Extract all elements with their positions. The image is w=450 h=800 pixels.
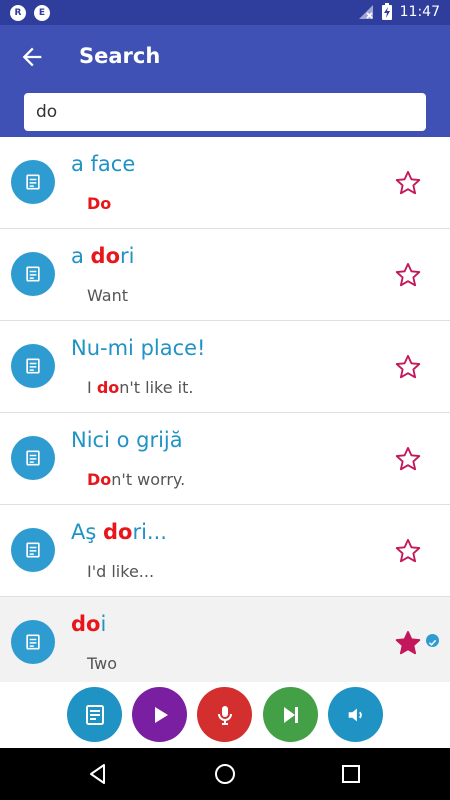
list-item[interactable]: a face Do xyxy=(0,137,450,229)
item-translation: Don't worry. xyxy=(87,470,185,489)
nav-back-icon[interactable] xyxy=(86,762,110,786)
translation-text: Want xyxy=(87,286,129,305)
item-translation: I'd like... xyxy=(87,562,154,581)
phrasebook-icon[interactable] xyxy=(11,620,55,664)
item-title: Aş dori... xyxy=(71,520,167,544)
list-item[interactable]: doi Two xyxy=(0,597,450,689)
title-text: Nici o grijă xyxy=(71,428,183,452)
title-text: i xyxy=(100,612,107,636)
play-icon xyxy=(148,703,172,727)
item-title: doi xyxy=(71,612,106,636)
star-outline-icon[interactable] xyxy=(394,445,422,473)
notification-icon: R xyxy=(10,5,26,21)
item-translation: Two xyxy=(87,654,117,673)
page-title: Search xyxy=(79,44,161,68)
star-outline-icon[interactable] xyxy=(394,537,422,565)
list-item[interactable]: a dori Want xyxy=(0,229,450,321)
battery-charging-icon xyxy=(381,3,392,20)
list-item[interactable]: Nu-mi place! I don't like it. xyxy=(0,321,450,413)
title-text: ri... xyxy=(132,520,167,544)
list-item[interactable]: Aş dori... I'd like... xyxy=(0,505,450,597)
nav-recents-icon[interactable] xyxy=(339,762,363,786)
system-nav-bar xyxy=(0,748,450,800)
search-match: do xyxy=(90,244,121,268)
check-badge-icon xyxy=(426,634,439,647)
volume-button[interactable] xyxy=(328,687,383,742)
phrasebook-icon[interactable] xyxy=(11,436,55,480)
notes-button[interactable] xyxy=(67,687,122,742)
microphone-icon xyxy=(213,703,237,727)
notes-icon xyxy=(83,703,107,727)
search-match: Do xyxy=(87,470,112,489)
app-bar: Search xyxy=(0,25,450,137)
search-match: do xyxy=(96,378,120,397)
translation-text: I xyxy=(87,378,97,397)
search-match: do xyxy=(102,520,133,544)
clock: 11:47 xyxy=(399,3,440,20)
volume-icon xyxy=(345,704,367,726)
star-outline-icon[interactable] xyxy=(394,261,422,289)
next-button[interactable] xyxy=(263,687,318,742)
translation-text: Two xyxy=(87,654,117,673)
item-title: Nici o grijă xyxy=(71,428,183,452)
notification-icon: E xyxy=(34,5,50,21)
search-input[interactable] xyxy=(24,93,426,131)
translation-text: n't worry. xyxy=(111,470,186,489)
item-title: a face xyxy=(71,152,135,176)
star-outline-icon[interactable] xyxy=(394,169,422,197)
translation-text: n't like it. xyxy=(119,378,194,397)
title-text: a xyxy=(71,244,91,268)
item-title: a dori xyxy=(71,244,134,268)
translation-text: I'd like... xyxy=(87,562,155,581)
item-translation: I don't like it. xyxy=(87,378,193,397)
item-translation: Do xyxy=(87,194,111,213)
item-title: Nu-mi place! xyxy=(71,336,205,360)
status-bar: R E 11:47 xyxy=(0,0,450,25)
title-text: a face xyxy=(71,152,136,176)
nav-home-icon[interactable] xyxy=(213,762,237,786)
item-translation: Want xyxy=(87,286,128,305)
results-list: a face Do a dori Want Nu-mi place! I don't li… xyxy=(0,137,450,689)
search-match: Do xyxy=(87,194,112,213)
phrasebook-icon[interactable] xyxy=(11,344,55,388)
skip-next-icon xyxy=(279,703,303,727)
list-item[interactable]: Nici o grijă Don't worry. xyxy=(0,413,450,505)
arrow-left-icon[interactable] xyxy=(18,43,46,71)
star-outline-icon[interactable] xyxy=(394,353,422,381)
star-filled-icon[interactable] xyxy=(394,629,422,657)
title-text: Nu-mi place! xyxy=(71,336,206,360)
action-bar xyxy=(0,682,450,748)
phrasebook-icon[interactable] xyxy=(11,528,55,572)
search-match: do xyxy=(71,612,101,636)
title-text: ri xyxy=(120,244,135,268)
play-button[interactable] xyxy=(132,687,187,742)
no-signal-icon xyxy=(358,4,373,19)
phrasebook-icon[interactable] xyxy=(11,160,55,204)
record-button[interactable] xyxy=(197,687,252,742)
phrasebook-icon[interactable] xyxy=(11,252,55,296)
title-text: Aş xyxy=(71,520,103,544)
